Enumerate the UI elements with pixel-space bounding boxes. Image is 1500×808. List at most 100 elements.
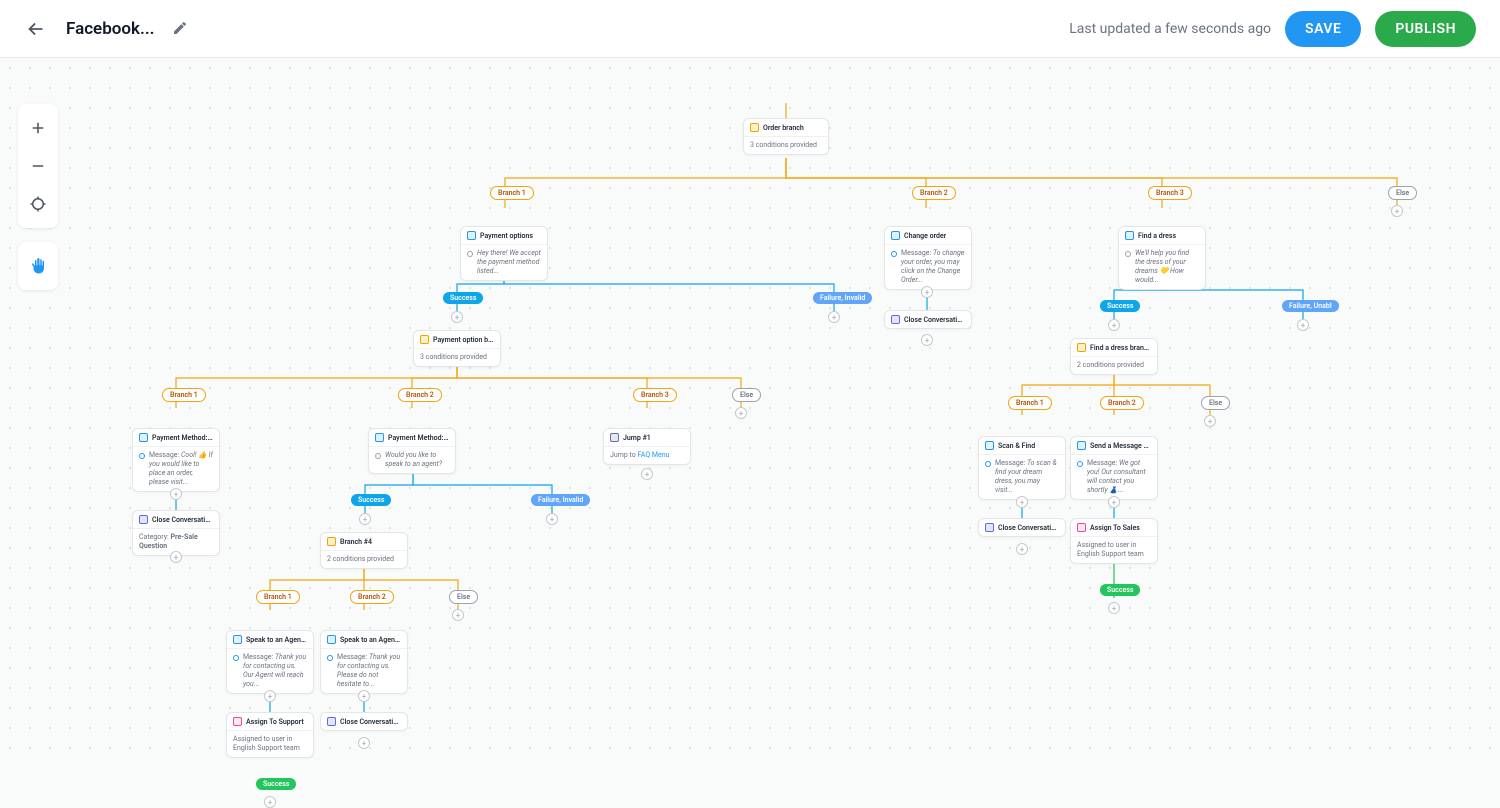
chip-branch-1[interactable]: Branch 1 bbox=[162, 388, 206, 402]
message-icon bbox=[1125, 231, 1134, 240]
close-conversation-icon bbox=[891, 315, 900, 324]
add-node-button[interactable] bbox=[1108, 319, 1120, 331]
add-node-button[interactable] bbox=[1297, 319, 1309, 331]
add-node-button[interactable] bbox=[828, 311, 840, 323]
node-speak-agent-no[interactable]: Speak to an Agent: No Message: Thank you… bbox=[320, 630, 408, 694]
node-find-dress-branch[interactable]: Find a dress branch 2 conditions provide… bbox=[1070, 338, 1158, 375]
flow-canvas[interactable]: Order branch 3 conditions provided Branc… bbox=[0, 58, 1500, 752]
add-node-button[interactable] bbox=[546, 513, 558, 525]
app-header: Facebook... Last updated a few seconds a… bbox=[0, 0, 1500, 58]
chip-failure-invalid[interactable]: Failure, Invalid bbox=[813, 292, 872, 304]
jump-icon bbox=[610, 433, 619, 442]
flow-edges bbox=[0, 58, 1500, 752]
node-payment-options[interactable]: Payment options Hey there! We accept the… bbox=[460, 226, 548, 281]
zoom-in-button[interactable] bbox=[22, 112, 54, 144]
chip-branch-2[interactable]: Branch 2 bbox=[398, 388, 442, 402]
chip-success[interactable]: Success bbox=[443, 292, 483, 304]
node-change-order[interactable]: Change order Message: To change your ord… bbox=[884, 226, 972, 290]
add-node-button[interactable] bbox=[170, 488, 182, 500]
chip-success[interactable]: Success bbox=[351, 494, 391, 506]
node-scan-find[interactable]: Scan & Find Message: To scan & find your… bbox=[978, 436, 1066, 500]
node-close-conversation-3[interactable]: Close Conversation #3 bbox=[884, 310, 972, 329]
crosshair-icon bbox=[29, 195, 47, 213]
node-close-conversation-1[interactable]: Close Conversation #1 Category: Pre-Sale… bbox=[132, 510, 220, 556]
hand-icon bbox=[29, 257, 47, 275]
add-node-button[interactable] bbox=[735, 407, 747, 419]
node-branch-4[interactable]: Branch #4 2 conditions provided bbox=[320, 532, 408, 569]
add-node-button[interactable] bbox=[452, 609, 464, 621]
add-node-button[interactable] bbox=[921, 286, 933, 298]
close-conversation-icon bbox=[327, 717, 336, 726]
add-node-button[interactable] bbox=[451, 311, 463, 323]
add-node-button[interactable] bbox=[921, 334, 933, 346]
pan-button[interactable] bbox=[22, 250, 54, 282]
add-node-button[interactable] bbox=[1391, 205, 1403, 217]
zoom-out-button[interactable] bbox=[22, 150, 54, 182]
add-node-button[interactable] bbox=[1016, 496, 1028, 508]
add-node-button[interactable] bbox=[358, 690, 370, 702]
chip-branch-1[interactable]: Branch 1 bbox=[256, 590, 300, 604]
add-node-button[interactable] bbox=[358, 737, 370, 749]
add-node-button[interactable] bbox=[1204, 415, 1216, 427]
chip-branch-3[interactable]: Branch 3 bbox=[633, 388, 677, 402]
branch-icon bbox=[1077, 343, 1086, 352]
chip-else-1[interactable]: Else bbox=[1388, 186, 1417, 200]
message-icon bbox=[139, 433, 148, 442]
chip-else[interactable]: Else bbox=[449, 590, 478, 604]
chip-branch-3[interactable]: Branch 3 bbox=[1148, 186, 1192, 200]
chip-else[interactable]: Else bbox=[1201, 396, 1230, 410]
close-conversation-icon bbox=[139, 515, 148, 524]
node-payment-option-branch[interactable]: Payment option branch 3 conditions provi… bbox=[413, 330, 501, 367]
node-assign-to-sales[interactable]: Assign To Sales Assigned to user in Engl… bbox=[1070, 518, 1158, 564]
add-node-button[interactable] bbox=[264, 796, 276, 808]
message-icon bbox=[1077, 441, 1086, 450]
add-node-button[interactable] bbox=[359, 513, 371, 525]
save-button[interactable]: SAVE bbox=[1285, 11, 1361, 47]
pencil-icon bbox=[172, 20, 188, 36]
add-node-button[interactable] bbox=[170, 551, 182, 563]
page-title: Facebook... bbox=[66, 19, 154, 39]
canvas-toolbar bbox=[18, 104, 58, 290]
center-button[interactable] bbox=[22, 188, 54, 220]
chip-branch-1[interactable]: Branch 1 bbox=[1008, 396, 1052, 410]
add-node-button[interactable] bbox=[1108, 496, 1120, 508]
message-icon bbox=[233, 635, 242, 644]
back-button[interactable] bbox=[24, 17, 48, 41]
node-payment-method-no[interactable]: Payment Method: No Would you like to spe… bbox=[368, 428, 456, 474]
node-order-branch[interactable]: Order branch 3 conditions provided bbox=[743, 118, 829, 155]
message-icon bbox=[467, 231, 476, 240]
chip-branch-2[interactable]: Branch 2 bbox=[912, 186, 956, 200]
chip-success-green[interactable]: Success bbox=[1100, 584, 1140, 596]
node-payment-method-yes[interactable]: Payment Method: Yes Message: Cool! 👍 If … bbox=[132, 428, 220, 492]
assign-icon bbox=[1077, 523, 1086, 532]
last-updated-label: Last updated a few seconds ago bbox=[1069, 21, 1271, 37]
chip-success[interactable]: Success bbox=[1100, 300, 1140, 312]
chip-failure-unable[interactable]: Failure, Unabl bbox=[1282, 300, 1339, 312]
node-close-conversation-2[interactable]: Close Conversation #2 bbox=[320, 712, 408, 731]
branch-icon bbox=[750, 123, 759, 132]
chip-success-green[interactable]: Success bbox=[256, 778, 296, 790]
add-node-button[interactable] bbox=[1016, 543, 1028, 555]
node-find-a-dress[interactable]: Find a dress We'll help you find the dre… bbox=[1118, 226, 1206, 290]
node-speak-agent-yes[interactable]: Speak to an Agent: Yes Message: Thank yo… bbox=[226, 630, 314, 694]
add-node-button[interactable] bbox=[1108, 602, 1120, 614]
add-node-button[interactable] bbox=[641, 468, 653, 480]
node-jump-1[interactable]: Jump #1 Jump to FAQ Menu bbox=[603, 428, 691, 465]
publish-button[interactable]: PUBLISH bbox=[1375, 11, 1476, 47]
node-close-conversation-4[interactable]: Close Conversation #4 bbox=[978, 518, 1066, 537]
message-icon bbox=[327, 635, 336, 644]
chip-branch-2[interactable]: Branch 2 bbox=[1100, 396, 1144, 410]
message-icon bbox=[891, 231, 900, 240]
minus-icon bbox=[29, 157, 47, 175]
edit-title-button[interactable] bbox=[172, 20, 190, 38]
message-icon bbox=[375, 433, 384, 442]
node-send-message-7[interactable]: Send a Message #7 Message: We got you! O… bbox=[1070, 436, 1158, 500]
chip-branch-1[interactable]: Branch 1 bbox=[490, 186, 534, 200]
chip-branch-2[interactable]: Branch 2 bbox=[350, 590, 394, 604]
chip-else[interactable]: Else bbox=[732, 388, 761, 402]
chip-failure-invalid[interactable]: Failure, Invalid bbox=[531, 494, 590, 506]
branch-icon bbox=[420, 335, 429, 344]
node-assign-to-support[interactable]: Assign To Support Assigned to user in En… bbox=[226, 712, 314, 758]
add-node-button[interactable] bbox=[264, 690, 276, 702]
assign-icon bbox=[233, 717, 242, 726]
